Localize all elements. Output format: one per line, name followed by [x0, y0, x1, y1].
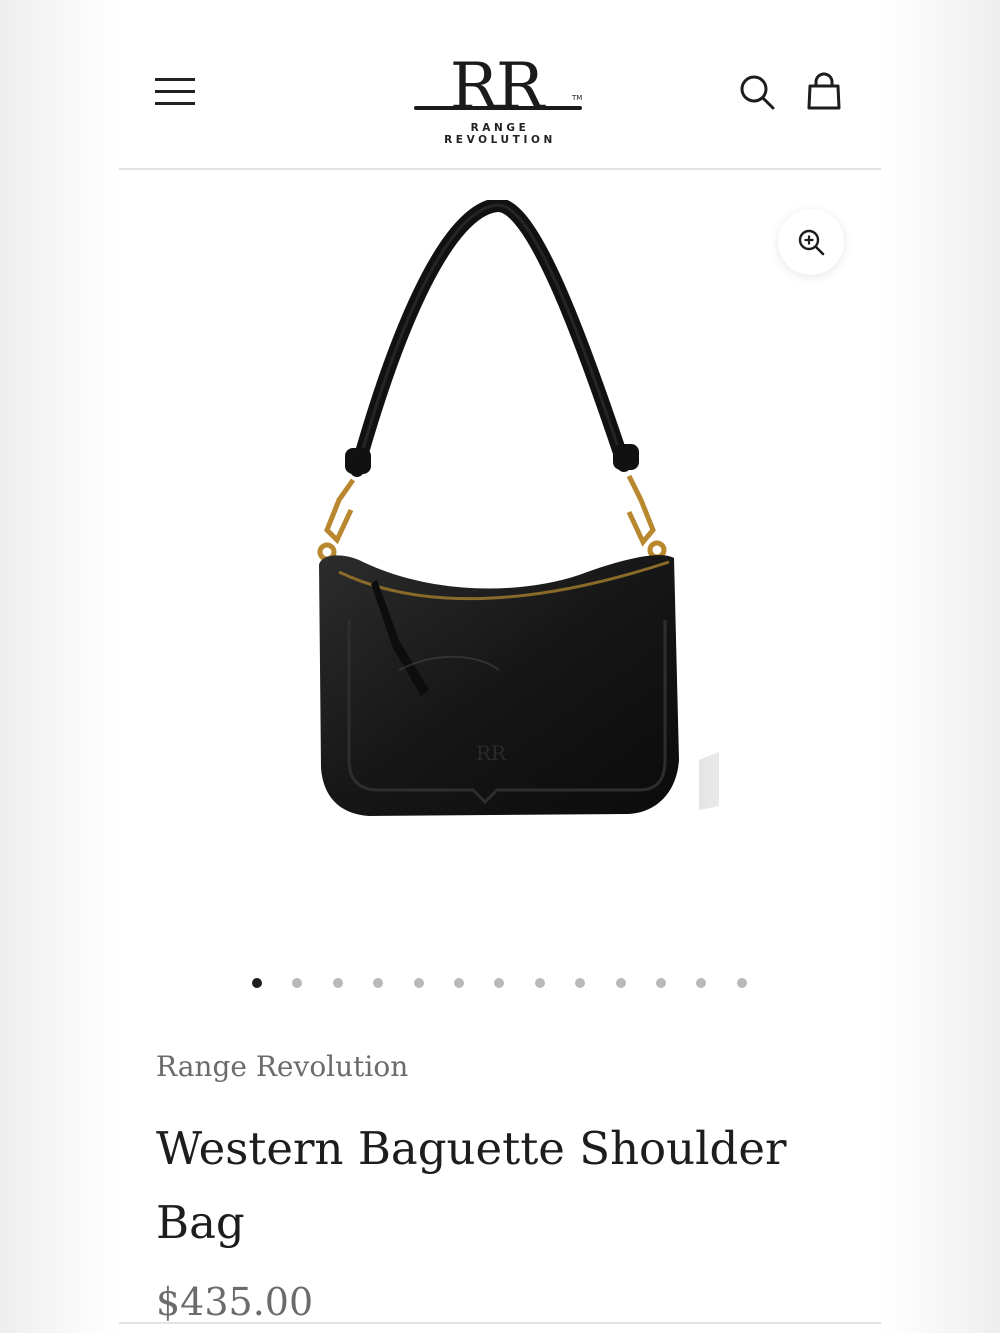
carousel-pagination [119, 975, 881, 991]
shopping-bag-icon [807, 72, 841, 110]
carousel-dot[interactable] [494, 978, 505, 988]
zoom-in-icon [798, 229, 825, 256]
carousel-dot[interactable] [656, 978, 666, 988]
logo-monogram: RR TM [414, 50, 582, 124]
logo-wordmark: RANGE REVOLUTION [444, 122, 556, 146]
product-price: $435.00 [156, 1280, 314, 1324]
search-icon [740, 75, 775, 110]
hamburger-menu-line [155, 102, 195, 105]
product-brand[interactable]: Range Revolution [156, 1050, 408, 1083]
product-page: RR TM RANGE REVOLUTION RR Range Revoluti… [119, 0, 881, 1333]
product-title: Western Baguette Shoulder Bag [156, 1122, 787, 1249]
divider [119, 1322, 881, 1324]
carousel-dot[interactable] [454, 978, 464, 988]
zoom-button[interactable] [778, 209, 844, 275]
carousel-dot[interactable] [696, 978, 707, 988]
carousel-dot[interactable] [575, 978, 586, 988]
carousel-dot[interactable] [332, 978, 343, 988]
carousel-dot[interactable] [252, 978, 262, 988]
hamburger-menu-icon [155, 78, 195, 81]
svg-text:TM: TM [571, 94, 582, 102]
svg-text:RR: RR [476, 741, 507, 765]
carousel-dot[interactable] [615, 978, 626, 988]
site-header: RR TM RANGE REVOLUTION [119, 0, 881, 170]
carousel-dot[interactable] [413, 978, 424, 988]
hamburger-menu-line [155, 90, 195, 93]
product-image[interactable]: RR [279, 200, 719, 840]
product-image-gallery[interactable]: RR [119, 172, 881, 930]
search-button[interactable] [739, 72, 777, 112]
carousel-dot[interactable] [534, 978, 545, 988]
carousel-dot[interactable] [373, 978, 384, 988]
brand-logo[interactable]: RR TM RANGE REVOLUTION [412, 50, 588, 146]
carousel-dot[interactable] [292, 978, 303, 988]
cart-button[interactable] [805, 72, 843, 112]
menu-button[interactable] [155, 74, 197, 108]
carousel-dot[interactable] [736, 978, 747, 988]
